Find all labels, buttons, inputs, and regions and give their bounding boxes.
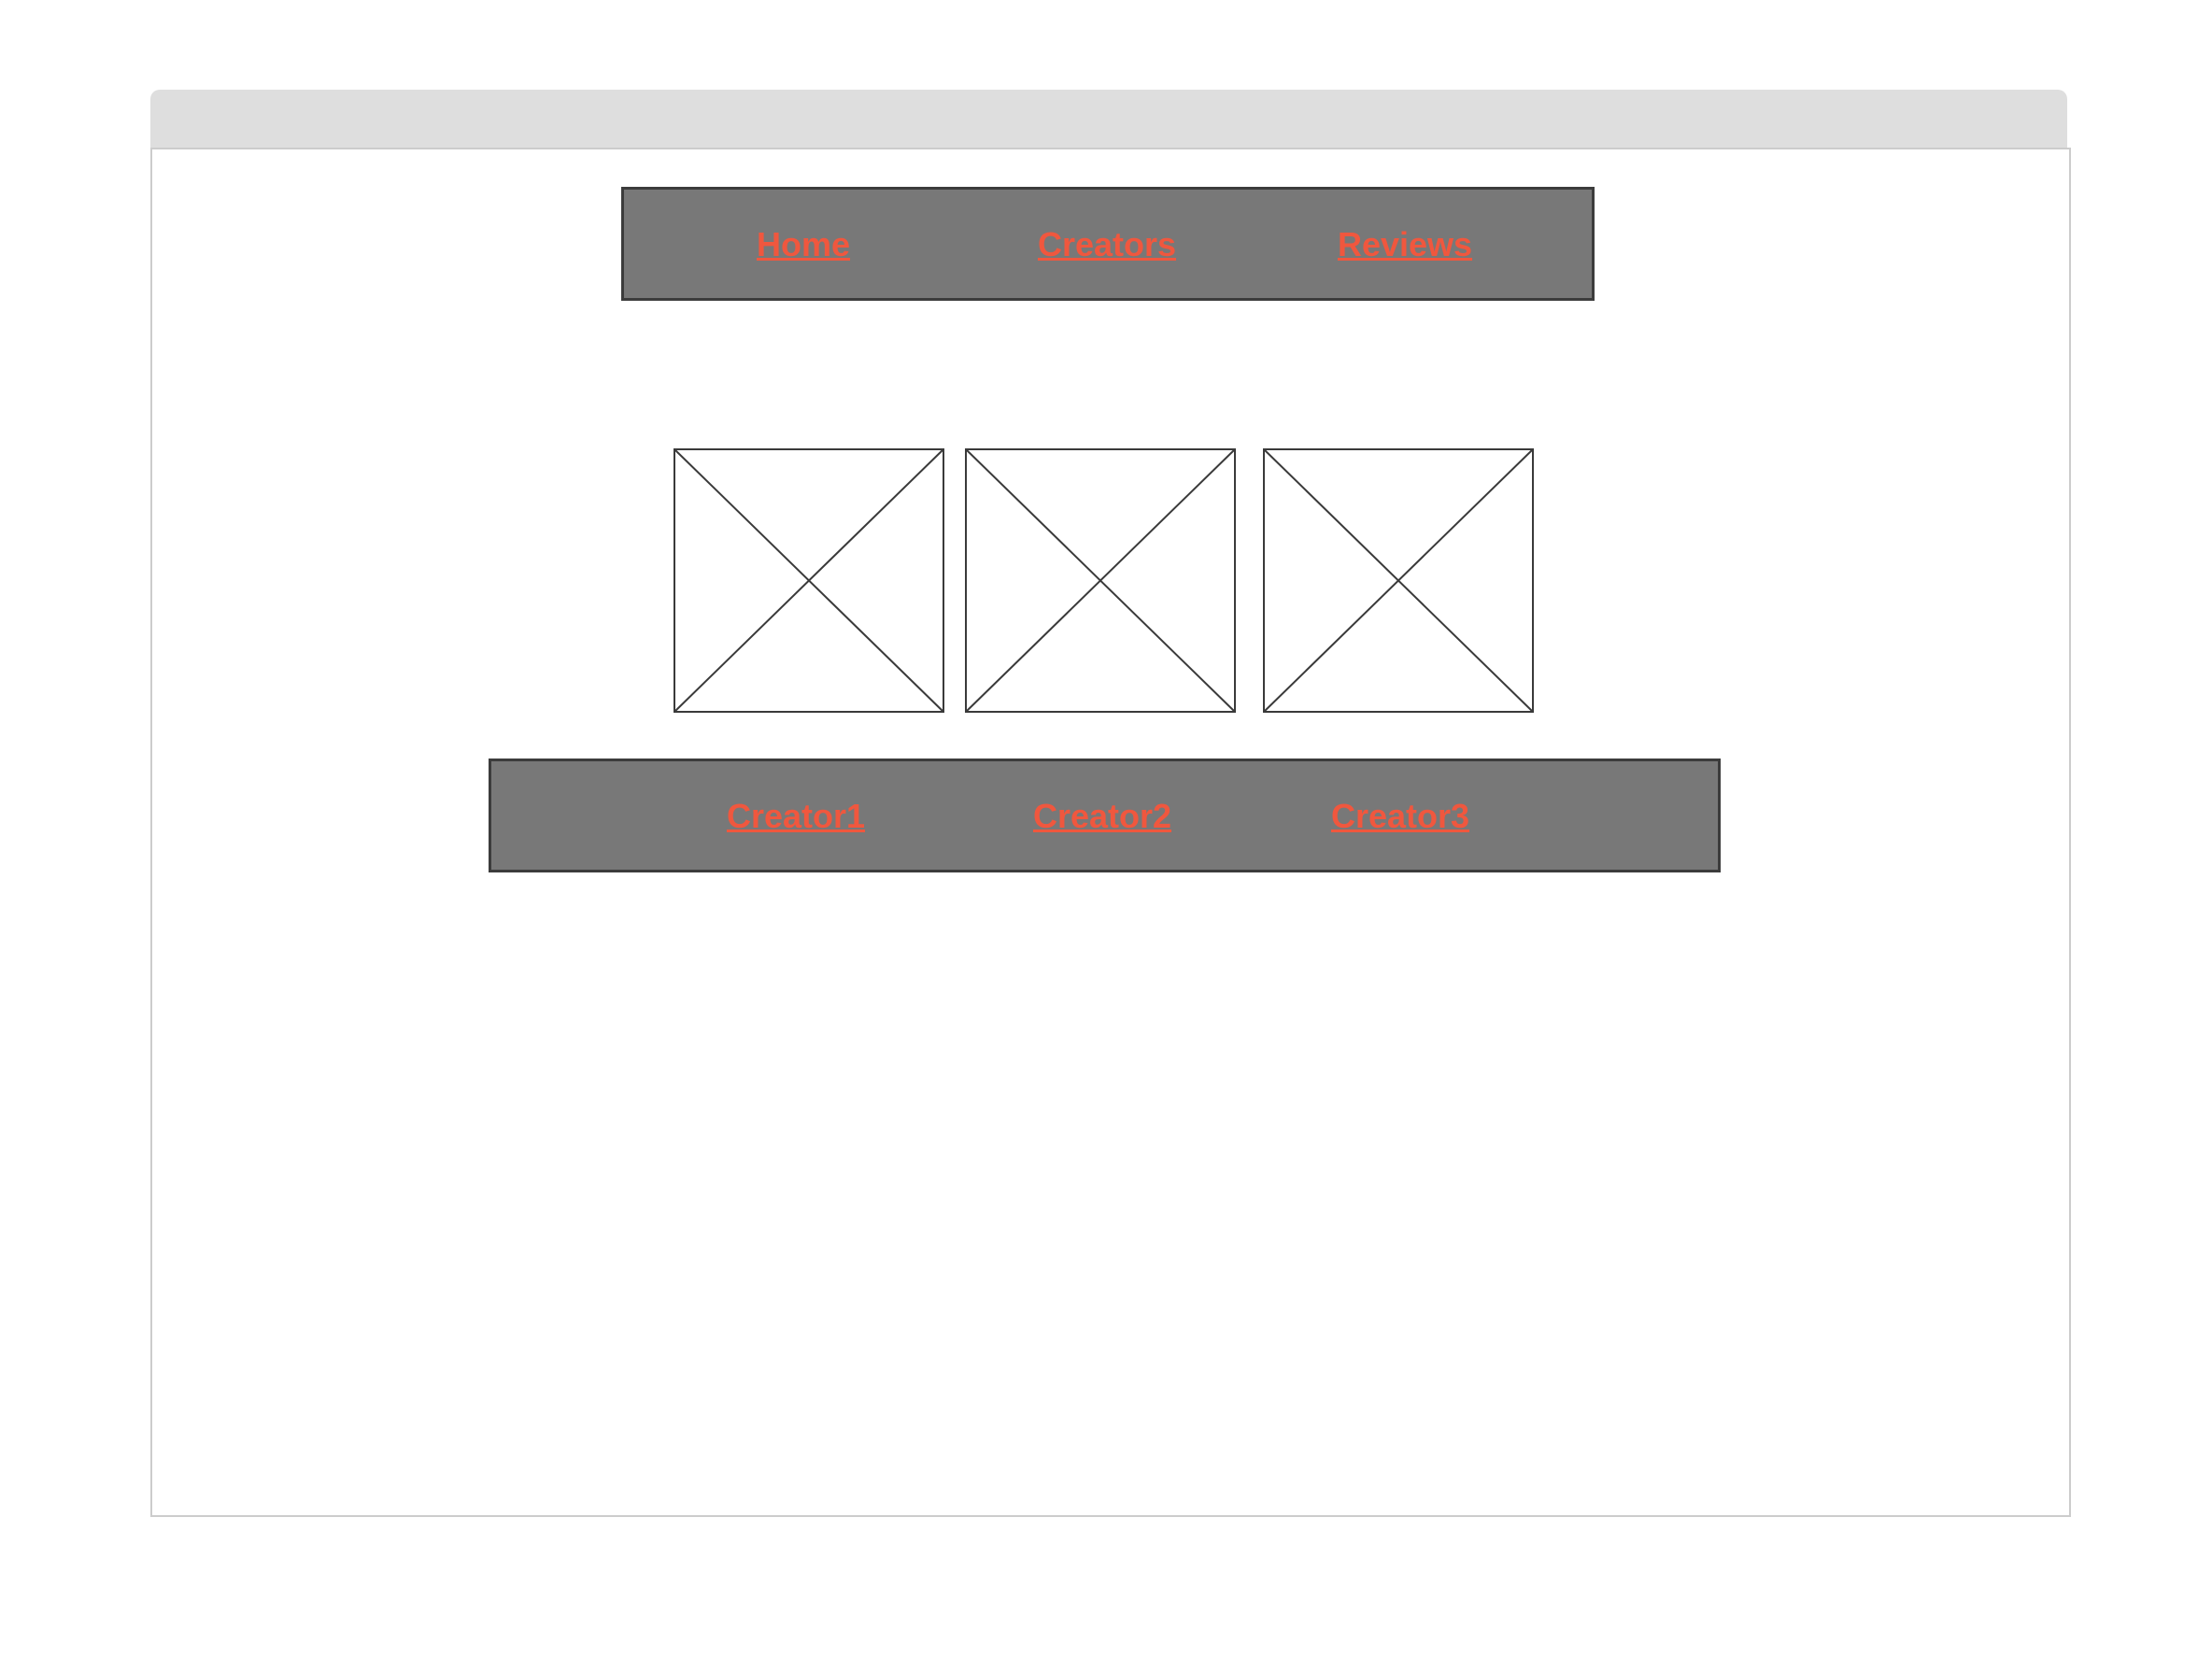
nav-link-creator3[interactable]: Creator3	[1331, 798, 1469, 835]
nav-link-creators[interactable]: Creators	[1038, 226, 1176, 263]
nav-link-home[interactable]: Home	[757, 226, 850, 263]
top-nav-bar: Home Creators Reviews	[621, 187, 1595, 301]
nav-link-creator1[interactable]: Creator1	[727, 798, 865, 835]
creator-nav-bar: Creator1 Creator2 Creator3	[489, 759, 1721, 872]
image-placeholder-3	[1263, 448, 1534, 713]
nav-link-reviews[interactable]: Reviews	[1338, 226, 1472, 263]
nav-link-creator2[interactable]: Creator2	[1033, 798, 1171, 835]
image-placeholder-1	[674, 448, 944, 713]
image-placeholder-icon	[674, 448, 944, 713]
image-placeholder-icon	[1263, 448, 1534, 713]
image-placeholder-2	[965, 448, 1236, 713]
browser-title-bar	[150, 90, 2067, 148]
image-placeholder-icon	[965, 448, 1236, 713]
